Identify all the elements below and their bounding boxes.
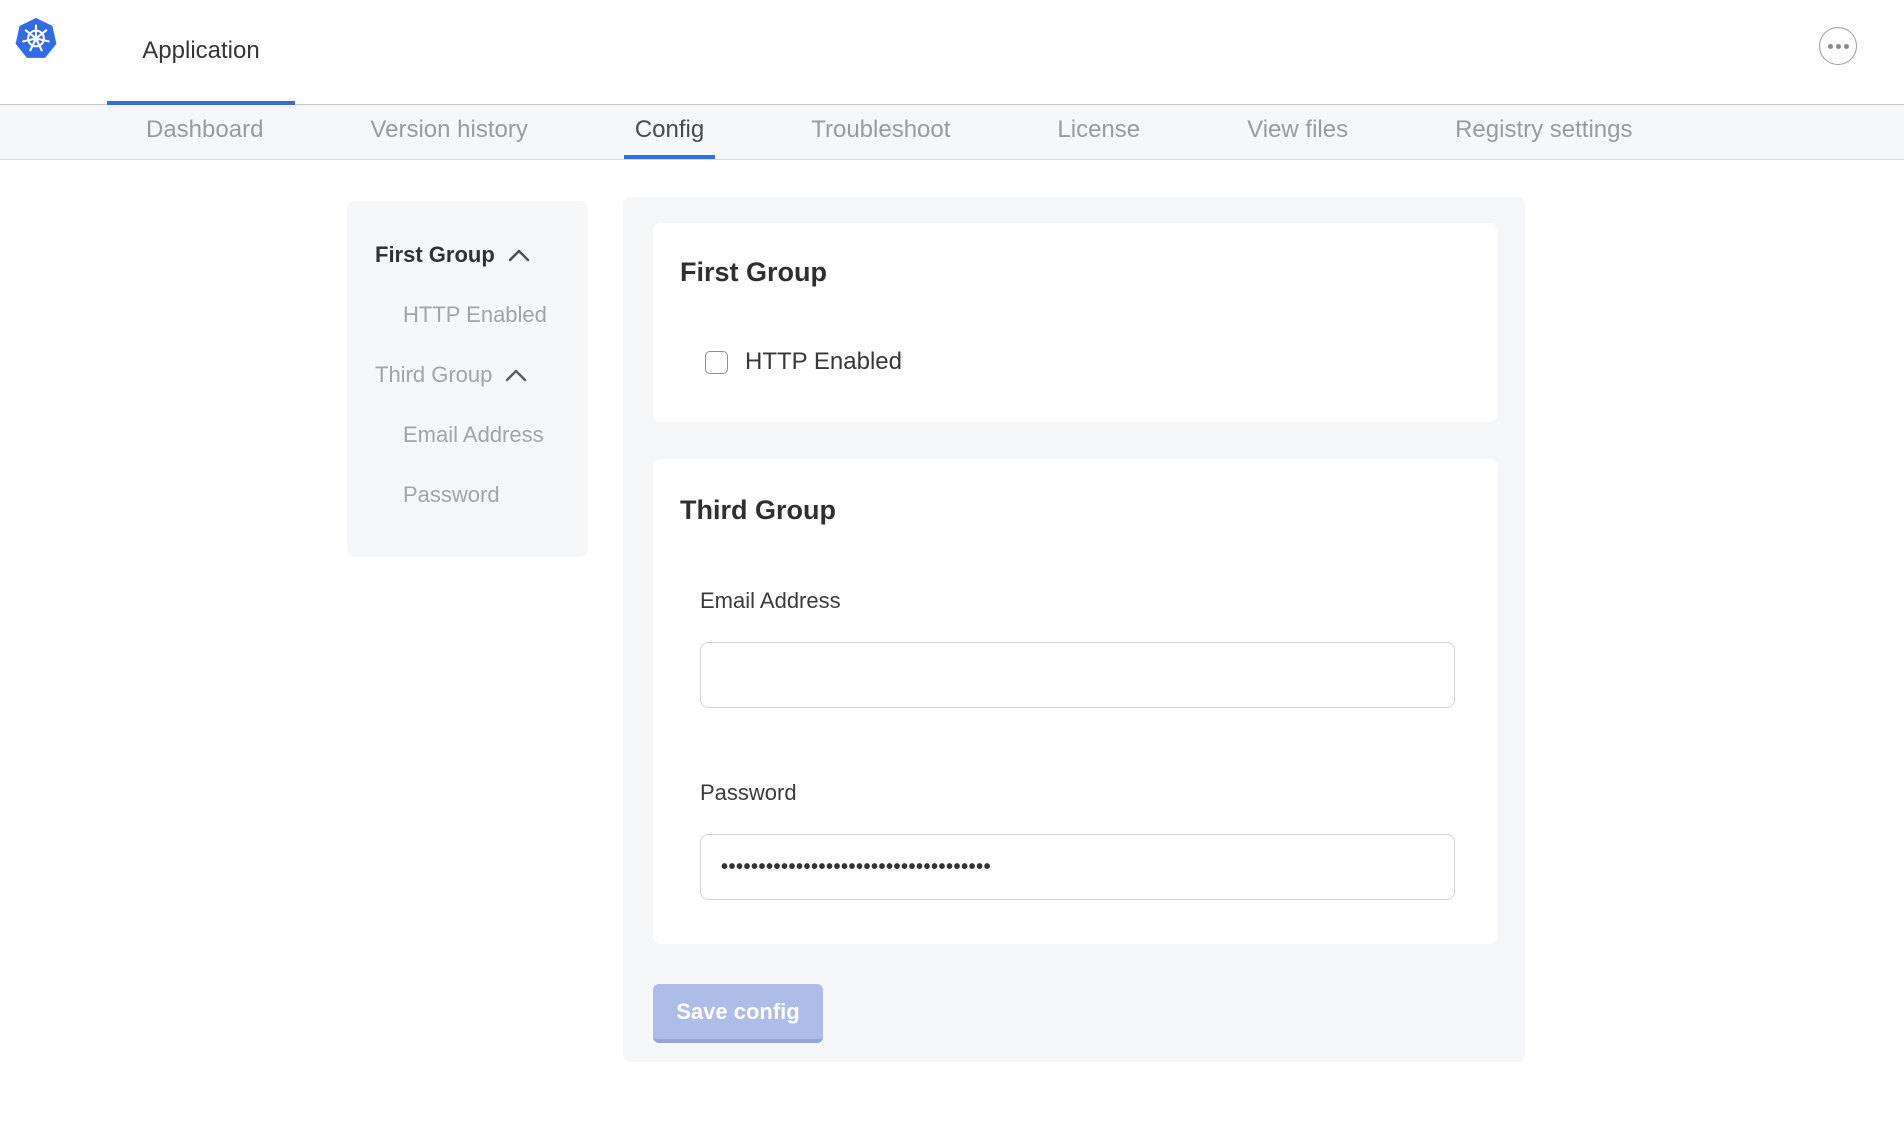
tab-application[interactable]: Application (107, 0, 295, 105)
tab-application-label: Application (142, 37, 259, 65)
http-enabled-label: HTTP Enabled (745, 348, 902, 376)
tab-view-files[interactable]: View files (1236, 105, 1359, 159)
config-page: Application Dashboard Version history Co… (0, 0, 1904, 1122)
config-group-nav: First Group HTTP Enabled Third Group Ema… (347, 201, 588, 557)
ellipsis-icon (1828, 44, 1833, 49)
sidebar-item-label: Third Group (375, 362, 492, 388)
tab-config[interactable]: Config (624, 105, 715, 159)
config-group-card-first: First Group HTTP Enabled (653, 223, 1498, 422)
sidebar-item-label: Email Address (403, 422, 544, 448)
email-address-label: Email Address (700, 588, 1468, 614)
overflow-menu-button[interactable] (1819, 27, 1857, 65)
group-title: First Group (680, 257, 1468, 288)
config-form-panel: First Group HTTP Enabled Third Group Ema… (623, 197, 1525, 1062)
tab-troubleshoot[interactable]: Troubleshoot (800, 105, 961, 159)
sidebar-item-http-enabled[interactable]: HTTP Enabled (347, 285, 588, 345)
sidebar-item-password[interactable]: Password (347, 465, 588, 525)
http-enabled-checkbox[interactable] (705, 351, 728, 374)
tab-registry-settings[interactable]: Registry settings (1444, 105, 1643, 159)
tab-version-history[interactable]: Version history (359, 105, 538, 159)
top-bar: Application (0, 0, 1904, 105)
email-address-input[interactable] (700, 642, 1455, 708)
sidebar-item-label: First Group (375, 242, 495, 268)
password-input[interactable] (700, 834, 1455, 900)
sidebar-item-label: HTTP Enabled (403, 302, 547, 328)
password-label: Password (700, 780, 1468, 806)
sidebar-item-label: Password (403, 482, 500, 508)
sidebar-item-first-group[interactable]: First Group (347, 225, 588, 285)
group-title: Third Group (680, 495, 1468, 526)
sidebar-item-email-address[interactable]: Email Address (347, 405, 588, 465)
tab-dashboard[interactable]: Dashboard (135, 105, 274, 159)
chevron-up-icon (508, 249, 530, 262)
save-config-button[interactable]: Save config (653, 984, 823, 1043)
http-enabled-field: HTTP Enabled (705, 348, 1468, 376)
kubernetes-logo-icon (14, 17, 58, 61)
config-group-card-third: Third Group Email Address Password (653, 459, 1498, 944)
tab-license[interactable]: License (1046, 105, 1151, 159)
app-subnav: Dashboard Version history Config Trouble… (0, 105, 1904, 160)
chevron-up-icon (505, 369, 527, 382)
config-content: First Group HTTP Enabled Third Group Ema… (0, 160, 1904, 1121)
sidebar-item-third-group[interactable]: Third Group (347, 345, 588, 405)
